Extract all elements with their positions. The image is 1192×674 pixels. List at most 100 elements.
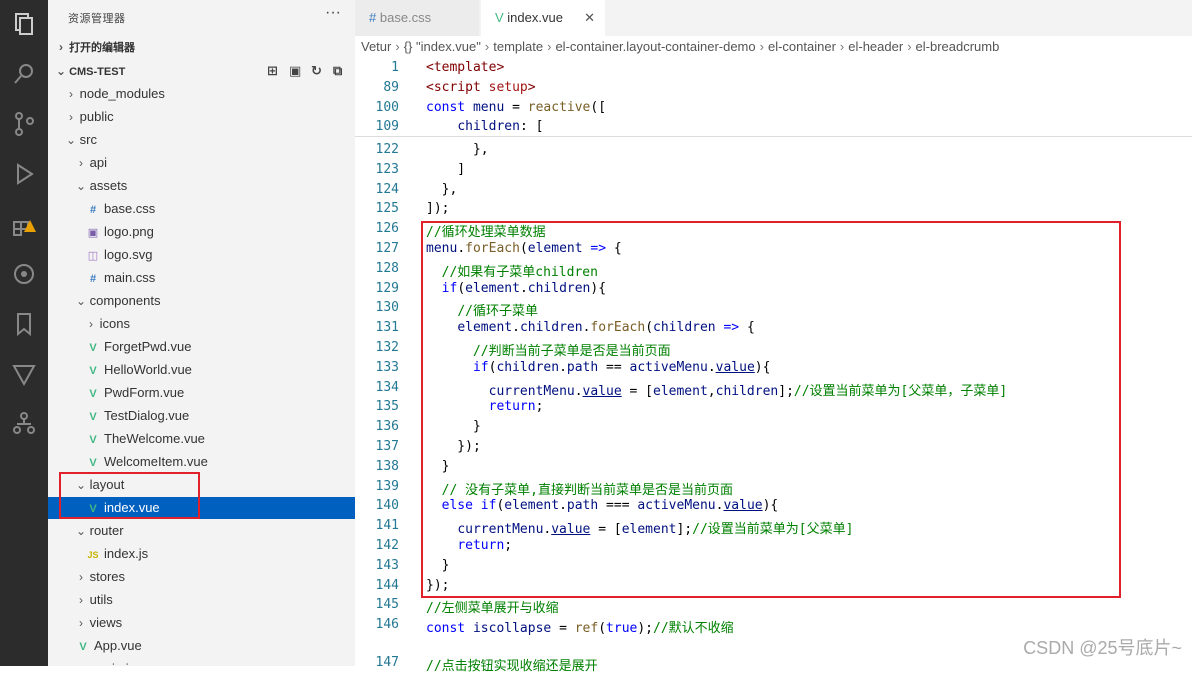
new-folder-icon[interactable]: ▣ bbox=[289, 64, 303, 78]
chevron-right-icon: › bbox=[79, 616, 83, 630]
css-file-icon: # bbox=[89, 273, 97, 285]
line-number: 144 bbox=[375, 577, 399, 593]
tab-base-css[interactable]: # base.css bbox=[355, 0, 479, 36]
vue-file-icon: V bbox=[89, 411, 97, 423]
tree-folder[interactable]: › stores bbox=[48, 566, 355, 588]
project-label: CMS-TEST bbox=[69, 66, 126, 78]
vite-icon[interactable] bbox=[10, 360, 38, 388]
breadcrumb-item[interactable]: el-header bbox=[848, 39, 903, 54]
more-actions-icon[interactable]: ··· bbox=[325, 4, 341, 22]
tree-item-label: TheWelcome.vue bbox=[104, 431, 205, 446]
line-number: 89 bbox=[383, 79, 399, 95]
line-number: 136 bbox=[375, 419, 399, 435]
tree-file[interactable]: V TheWelcome.vue bbox=[48, 428, 355, 450]
tree-folder[interactable]: ⌄ assets bbox=[48, 175, 355, 197]
tree-folder[interactable]: › public bbox=[48, 106, 355, 128]
line-number: 135 bbox=[375, 399, 399, 415]
vue-file-icon: V bbox=[89, 365, 97, 377]
tree-file[interactable]: ▣ logo.png bbox=[48, 221, 355, 243]
tree-file[interactable]: # main.css bbox=[48, 267, 355, 289]
tree-folder[interactable]: › icons bbox=[48, 313, 355, 335]
js-file-icon: JS bbox=[76, 659, 90, 666]
line-number: 140 bbox=[375, 498, 399, 514]
tree-file[interactable]: V ForgetPwd.vue bbox=[48, 336, 355, 358]
tree-file[interactable]: V PwdForm.vue bbox=[48, 382, 355, 404]
tree-folder[interactable]: ⌄ components bbox=[48, 290, 355, 312]
breadcrumb-item[interactable]: el-container bbox=[768, 39, 836, 54]
vue-file-icon: V bbox=[79, 641, 87, 653]
search-icon[interactable] bbox=[10, 60, 38, 88]
line-number: 128 bbox=[375, 260, 399, 276]
code-line[interactable]: <script setup> bbox=[426, 80, 536, 95]
tree-item-label: public bbox=[79, 109, 114, 124]
js-file-icon: JS bbox=[87, 550, 99, 560]
tree-file[interactable]: # base.css bbox=[48, 198, 355, 220]
breadcrumb-item[interactable]: {} "index.vue" bbox=[404, 39, 481, 54]
code-line[interactable]: //点击按钮实现收缩还是展开 bbox=[426, 655, 598, 674]
tree-file[interactable]: JS main.js bbox=[48, 658, 355, 666]
breadcrumb-item[interactable]: el-breadcrumb bbox=[916, 39, 1000, 54]
tree-folder[interactable]: ⌄ src bbox=[48, 129, 355, 151]
tree-item-label: utils bbox=[89, 592, 113, 607]
tree-folder[interactable]: › views bbox=[48, 612, 355, 634]
tree-file[interactable]: ◫ logo.svg bbox=[48, 244, 355, 266]
line-number: 143 bbox=[375, 557, 399, 573]
breadcrumb-item[interactable]: el-container.layout-container-demo bbox=[555, 39, 755, 54]
activity-bar bbox=[0, 0, 48, 666]
code-line[interactable]: ]); bbox=[426, 201, 449, 216]
tree-icon[interactable] bbox=[10, 410, 38, 438]
new-file-icon[interactable]: ⊞ bbox=[267, 64, 281, 78]
project-section[interactable]: ⌄ CMS-TEST ⊞ ▣ ↻ ⧉ bbox=[48, 60, 355, 82]
tree-item-label: main.js bbox=[94, 661, 135, 666]
tree-item-label: components bbox=[89, 293, 161, 308]
code-line[interactable]: children: [ bbox=[426, 119, 543, 134]
code-line[interactable]: const iscollapse = ref(true);//默认不收缩 bbox=[426, 617, 734, 636]
refresh-icon[interactable]: ↻ bbox=[311, 64, 325, 78]
code-line[interactable]: ] bbox=[426, 162, 465, 177]
tree-item-label: TestDialog.vue bbox=[104, 408, 190, 423]
line-number: 129 bbox=[375, 280, 399, 296]
tree-item-label: node_modules bbox=[79, 86, 165, 101]
code-line[interactable]: //左侧菜单展开与收缩 bbox=[426, 597, 559, 616]
code-line[interactable]: }, bbox=[426, 182, 458, 197]
vue-file-icon: V bbox=[89, 388, 97, 400]
breadcrumb-item[interactable]: Vetur bbox=[361, 39, 391, 54]
code-line[interactable]: <template> bbox=[426, 60, 504, 75]
tree-folder[interactable]: › api bbox=[48, 152, 355, 174]
tree-file[interactable]: V App.vue bbox=[48, 635, 355, 657]
tab-index-vue[interactable]: V index.vue ✕ bbox=[481, 0, 605, 36]
chevron-right-icon: › bbox=[839, 39, 845, 54]
watermark: CSDN @25号底片~ bbox=[1023, 638, 1182, 658]
line-number: 147 bbox=[375, 655, 399, 670]
tree-item-label: main.css bbox=[104, 270, 156, 285]
tree-item-label: src bbox=[79, 132, 97, 147]
collapse-all-icon[interactable]: ⧉ bbox=[333, 64, 347, 78]
remote-icon[interactable] bbox=[10, 260, 38, 288]
chevron-right-icon: › bbox=[484, 39, 490, 54]
tree-file[interactable]: V HelloWorld.vue bbox=[48, 359, 355, 381]
breadcrumb-item[interactable]: template bbox=[493, 39, 543, 54]
close-icon[interactable]: ✕ bbox=[584, 0, 595, 36]
tree-item-label: router bbox=[89, 523, 124, 538]
tree-file[interactable]: JS index.js bbox=[48, 543, 355, 565]
source-control-icon[interactable] bbox=[10, 110, 38, 138]
code-line[interactable]: const menu = reactive([ bbox=[426, 100, 606, 115]
tree-file[interactable]: V WelcomeItem.vue bbox=[48, 451, 355, 473]
tab-label: base.css bbox=[379, 10, 432, 25]
tree-folder[interactable]: › node_modules bbox=[48, 83, 355, 105]
tree-item-label: PwdForm.vue bbox=[104, 385, 185, 400]
tree-item-label: base.css bbox=[104, 201, 156, 216]
tree-folder[interactable]: ⌄ router bbox=[48, 520, 355, 542]
run-debug-icon[interactable] bbox=[10, 160, 38, 188]
vue-file-icon: V bbox=[89, 434, 97, 446]
line-number: 130 bbox=[375, 300, 399, 316]
code-line[interactable]: }, bbox=[426, 142, 489, 157]
image-file-icon: ▣ bbox=[87, 227, 99, 239]
extensions-icon[interactable] bbox=[10, 210, 38, 238]
bookmark-icon[interactable] bbox=[10, 310, 38, 338]
tree-folder[interactable]: › utils bbox=[48, 589, 355, 611]
open-editors-section[interactable]: › 打开的编辑器 bbox=[48, 36, 355, 58]
tree-file[interactable]: V TestDialog.vue bbox=[48, 405, 355, 427]
tree-item-label: index.js bbox=[104, 546, 149, 561]
explorer-icon[interactable] bbox=[10, 10, 38, 38]
